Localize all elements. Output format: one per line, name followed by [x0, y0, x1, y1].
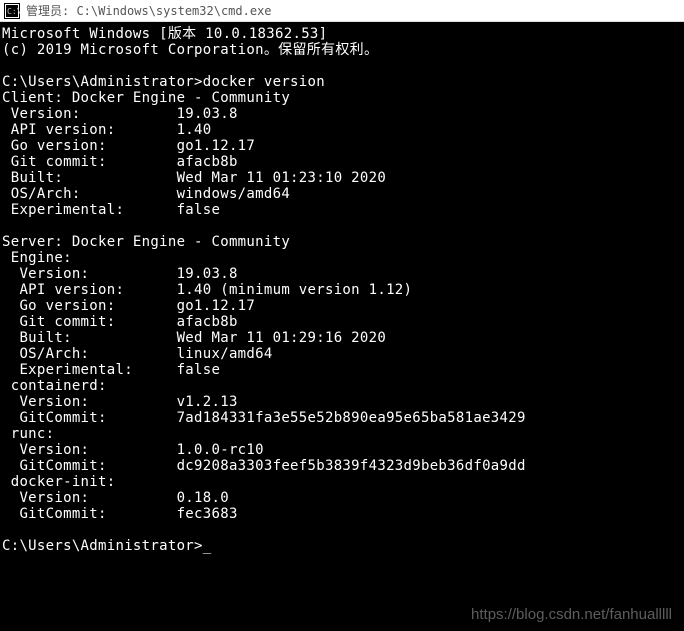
- terminal-line: OS/Arch: linux/amd64: [2, 346, 682, 362]
- terminal-line: Git commit: afacb8b: [2, 314, 682, 330]
- terminal-line: [2, 522, 682, 538]
- terminal-line: Engine:: [2, 250, 682, 266]
- terminal-line: C:\Users\Administrator>_: [2, 538, 682, 554]
- terminal-line: Client: Docker Engine - Community: [2, 90, 682, 106]
- cmd-window: C:\ 管理员: C:\Windows\system32\cmd.exe Mic…: [0, 0, 684, 631]
- terminal-line: Built: Wed Mar 11 01:29:16 2020: [2, 330, 682, 346]
- terminal-line: Version: 19.03.8: [2, 266, 682, 282]
- terminal-line: Built: Wed Mar 11 01:23:10 2020: [2, 170, 682, 186]
- terminal-line: GitCommit: 7ad184331fa3e55e52b890ea95e65…: [2, 410, 682, 426]
- terminal-line: Experimental: false: [2, 362, 682, 378]
- terminal-line: API version: 1.40 (minimum version 1.12): [2, 282, 682, 298]
- terminal-line: Version: 1.0.0-rc10: [2, 442, 682, 458]
- terminal-line: containerd:: [2, 378, 682, 394]
- terminal-line: Version: 0.18.0: [2, 490, 682, 506]
- terminal-line: Go version: go1.12.17: [2, 138, 682, 154]
- terminal-line: GitCommit: fec3683: [2, 506, 682, 522]
- terminal-line: Go version: go1.12.17: [2, 298, 682, 314]
- terminal-line: Microsoft Windows [版本 10.0.18362.53]: [2, 26, 682, 42]
- titlebar[interactable]: C:\ 管理员: C:\Windows\system32\cmd.exe: [0, 0, 684, 22]
- terminal-line: [2, 218, 682, 234]
- terminal-output[interactable]: Microsoft Windows [版本 10.0.18362.53](c) …: [0, 22, 684, 631]
- terminal-line: API version: 1.40: [2, 122, 682, 138]
- terminal-line: (c) 2019 Microsoft Corporation。保留所有权利。: [2, 42, 682, 58]
- cmd-icon: C:\: [4, 3, 20, 19]
- terminal-line: OS/Arch: windows/amd64: [2, 186, 682, 202]
- terminal-line: docker-init:: [2, 474, 682, 490]
- terminal-line: C:\Users\Administrator>docker version: [2, 74, 682, 90]
- titlebar-text: 管理员: C:\Windows\system32\cmd.exe: [26, 2, 272, 19]
- terminal-line: Git commit: afacb8b: [2, 154, 682, 170]
- terminal-line: Experimental: false: [2, 202, 682, 218]
- terminal-line: runc:: [2, 426, 682, 442]
- terminal-cursor: _: [203, 538, 212, 554]
- svg-text:C:\: C:\: [7, 7, 20, 16]
- terminal-line: Version: v1.2.13: [2, 394, 682, 410]
- terminal-line: [2, 58, 682, 74]
- terminal-line: Version: 19.03.8: [2, 106, 682, 122]
- terminal-line: GitCommit: dc9208a3303feef5b3839f4323d9b…: [2, 458, 682, 474]
- terminal-line: Server: Docker Engine - Community: [2, 234, 682, 250]
